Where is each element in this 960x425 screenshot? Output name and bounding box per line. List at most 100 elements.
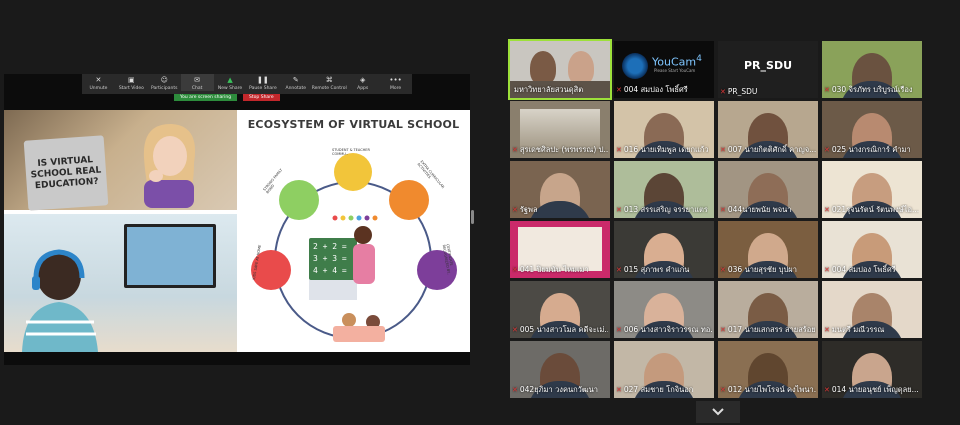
board-text: 2 + 2 = 3 + 3 = 4 + 4 = [313, 241, 347, 277]
participant-name: ✕ มนตรี มณีวรรณ [824, 325, 885, 334]
more-icon: ••• [389, 76, 402, 84]
participant-name: ✕ PR_SDU [720, 87, 758, 96]
participant-gallery: มหาวิทยาลัยสวนดุสิต YouCam4 Please Start Y… [507, 39, 927, 400]
sharing-notice[interactable]: You are screen sharing [174, 94, 238, 101]
ecosystem-panel: ECOSYSTEM OF VIRTUAL SCHOOL 2 + 2 = 3 + … [237, 110, 470, 352]
participant-tile[interactable]: ✕ 015 สุภาพร คำแก่น [614, 221, 714, 278]
participant-video [530, 51, 556, 85]
toolbar-new-share-button[interactable]: ▲ New Share [214, 74, 247, 91]
participant-body [528, 201, 592, 218]
participant-name: ✕ 014 นายอนุชย์ เพ็ญดุลย... [824, 385, 919, 394]
mic-muted-icon: ✕ [616, 326, 622, 334]
mic-muted-icon: ✕ [616, 266, 622, 274]
mic-muted-icon: ✕ [720, 266, 726, 274]
laptop-screen: IS VIRTUAL SCHOOL REAL EDUCATION? [23, 135, 109, 211]
toolbar-remote-control-button[interactable]: ⌘ Remote Control [311, 74, 347, 91]
participant-tile[interactable]: ✕ 005 นางสาวโมล คดีจะเม่... [510, 281, 610, 338]
mic-muted-icon: ✕ [616, 386, 622, 394]
toolbar-chat-button[interactable]: ✉ Chat [180, 74, 214, 91]
participant-tile[interactable]: ✕ มนตรี มณีวรรณ [822, 281, 922, 338]
mic-muted-icon: ✕ [824, 146, 830, 154]
photo-girl-laptop: IS VIRTUAL SCHOOL REAL EDUCATION? [4, 110, 237, 211]
toolbar-annotate-button[interactable]: ✎ Annotate [279, 74, 312, 91]
participant-name: ✕ 015 สุภาพร คำแก่น [616, 265, 690, 274]
participant-tile[interactable]: ✕ 042ยุภิมา วงคนกวัฒนา [510, 341, 610, 398]
mic-muted-icon: ✕ [616, 146, 622, 154]
monitor [124, 224, 216, 288]
toolbar-label: New Share [217, 86, 243, 91]
building-image [520, 109, 600, 149]
participant-name: มหาวิทยาลัยสวนดุสิต [514, 85, 584, 94]
participant-name: ✕ 041 ปิยมนัน ไหมเมา [512, 265, 589, 274]
participant-tile[interactable]: ✕ 017 นายเสกสรร สายสร้อย... [718, 281, 818, 338]
participant-tile[interactable]: ✕ 044นายพนัย พจนา [718, 161, 818, 218]
mic-muted-icon: ✕ [95, 76, 102, 84]
toolbar-label: Remote Control [311, 86, 347, 91]
toolbar-participants-button[interactable]: ☺ Participants [148, 74, 181, 91]
participant-name: ✕ 004 สมปอง โพธิ์ศรี [616, 85, 688, 94]
shared-screen: ✕ Unmute ▣ Start Video ☺ Participants ✉ Chat ▲ Ne… [4, 74, 470, 365]
participant-name: ✕ 013 สรรเสริญ จรรยาแตร [616, 205, 708, 214]
participant-tile[interactable]: ✕ 021รุจนรัตน์ รัตนพงษ์ไอ... [822, 161, 922, 218]
pen-icon: ✎ [292, 76, 299, 84]
participant-name: ✕ 044นายพนัย พจนา [720, 205, 792, 214]
share-screen-icon: ▲ [227, 76, 233, 84]
participant-tile[interactable]: ✕ สุรเดชศิลปะ (พรพรรณ) ป... [510, 101, 610, 158]
stop-share-button[interactable]: Stop Share [243, 94, 280, 101]
youcam-text: YouCam4 [652, 53, 702, 69]
video-off-icon: ▣ [128, 76, 135, 84]
participant-name: ✕ 005 นางสาวโมล คดีจะเม่... [512, 325, 608, 334]
participant-tile[interactable]: ✕ 027 สมชาย โกจินอก [614, 341, 714, 398]
toolbar-more-button[interactable]: ••• More [379, 74, 412, 91]
participant-tile[interactable]: ✕ รัฐพล [510, 161, 610, 218]
participant-tile[interactable]: PR_SDU ✕ PR_SDU [718, 41, 818, 98]
board-line: 4 + 4 = [313, 266, 347, 275]
participant-tile[interactable]: ✕ 030 จิรภัทร บริบูรณ์เรือง [822, 41, 922, 98]
participant-tile[interactable]: มหาวิทยาลัยสวนดุสิต [508, 39, 612, 100]
photo-boy-computer [4, 214, 237, 352]
next-page-button[interactable] [696, 401, 740, 423]
toolbar-unmute-button[interactable]: ✕ Unmute [82, 74, 115, 91]
participant-tile[interactable]: ✕ 014 นายอนุชย์ เพ็ญดุลย... [822, 341, 922, 398]
youcam-subtext: Please Start YouCam [654, 68, 696, 73]
chevron-down-icon [712, 408, 724, 416]
participants-icon: ☺ [160, 76, 168, 84]
participant-tile[interactable]: ✕ 007 นายกิตติศักดิ์ คาญจ... [718, 101, 818, 158]
participant-name-label: PR_SDU [743, 59, 793, 72]
toolbar-pause-share-button[interactable]: ❚❚ Pause Share [246, 74, 279, 91]
participant-name: ✕ สุรเดชศิลปะ (พรพรรณ) ป... [512, 145, 608, 154]
toolbar-label: Participants [151, 86, 178, 91]
split-divider[interactable] [471, 210, 474, 224]
board-line: 2 + 2 = [313, 242, 347, 251]
youcam-logo-icon [622, 53, 648, 79]
participant-tile[interactable]: ✕ 041 ปิยมนัน ไหมเมา [510, 221, 610, 278]
mic-muted-icon: ✕ [616, 86, 622, 94]
toolbar-apps-button[interactable]: ◈ Apps [346, 74, 379, 91]
node-label-community: STUDENT & TEACHER COMMU.. [332, 148, 370, 156]
laptop-text: IS VIRTUAL SCHOOL REAL EDUCATION? [30, 154, 102, 191]
participant-tile[interactable]: ✕ 013 สรรเสริญ จรรยาแตร [614, 161, 714, 218]
toolbar-label: Unmute [89, 86, 108, 91]
toolbar-label: Apps [357, 86, 369, 91]
presentation-slide: IS VIRTUAL SCHOOL REAL EDUCATION? ECOSYS… [4, 110, 470, 352]
mic-muted-icon: ✕ [824, 266, 830, 274]
toolbar-label: Chat [191, 86, 203, 91]
participant-name: ✕ 027 สมชาย โกจินอก [616, 385, 694, 394]
mic-muted-icon: ✕ [824, 86, 830, 94]
toolbar-label: Start Video [118, 86, 144, 91]
mic-muted-icon: ✕ [512, 266, 518, 274]
participant-tile[interactable]: ✕ 016 นายเทิมพูล เดยกแก้ว [614, 101, 714, 158]
participant-tile[interactable]: ✕ 036 นายสุรชัย บุปผา [718, 221, 818, 278]
apps-icon: ◈ [359, 76, 366, 84]
participant-tile[interactable]: ✕ 025 นางกรณิการ์ คำมา [822, 101, 922, 158]
girl-illustration [143, 123, 196, 208]
remote-control-icon: ⌘ [325, 76, 333, 84]
share-status-bar: You are screen sharing Stop Share [174, 94, 280, 101]
participant-name: ✕ รัฐพล [512, 205, 538, 214]
participant-tile[interactable]: ✕ 012 นายไพโรจน์ คงไพนา... [718, 341, 818, 398]
participant-tile[interactable]: ✕ 006 นางสาวจิราวรรณ ทอ... [614, 281, 714, 338]
participant-name: ✕ 004 สมปอง โพธิ์ศรี [824, 265, 896, 274]
participant-tile[interactable]: ✕ 004 สมปอง โพธิ์ศรี [822, 221, 922, 278]
toolbar-start-video-button[interactable]: ▣ Start Video [115, 74, 148, 91]
participant-tile[interactable]: YouCam4 Please Start YouCam ✕ 004 สมปอง โพธ… [614, 41, 714, 98]
